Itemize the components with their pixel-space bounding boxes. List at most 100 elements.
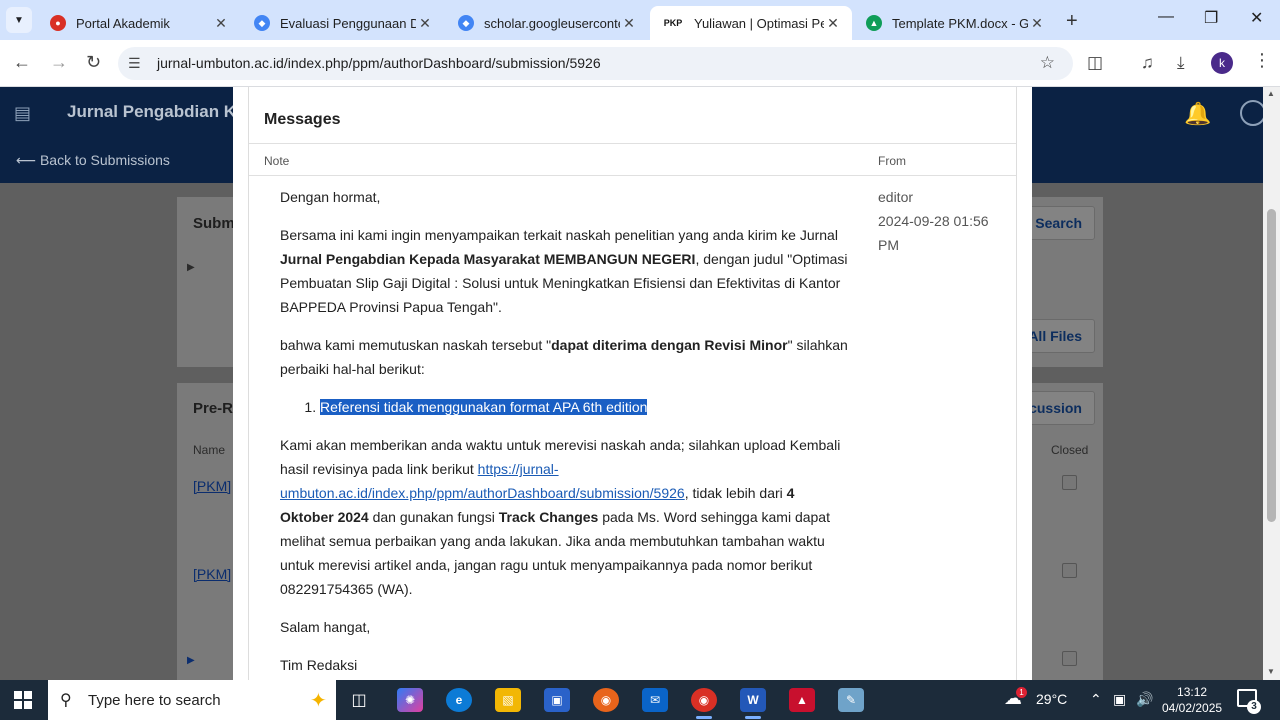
search-button-label: Search xyxy=(1035,215,1082,231)
scholar-icon: ◆ xyxy=(458,15,474,31)
tab-evaluasi[interactable]: ◆ Evaluasi Penggunaan Dar ✕ xyxy=(242,6,444,40)
site-settings-icon[interactable]: ☰ xyxy=(128,55,141,72)
greeting-text: Dengan hormat, xyxy=(280,189,381,205)
message-from: editor 2024-09-28 01:56 PM xyxy=(878,185,998,257)
windows-start-icon[interactable] xyxy=(14,691,32,709)
journal-name: Jurnal Pengabdian Kepada Masyarakat MEMB… xyxy=(280,251,696,267)
tab-yuliawan-active[interactable]: PKP Yuliawan | Optimasi Pem ✕ xyxy=(650,6,852,40)
tab-portal-akademik[interactable]: ● Portal Akademik ✕ xyxy=(38,6,240,40)
forward-arrow-icon[interactable]: → xyxy=(50,52,68,73)
from-name: editor xyxy=(878,189,914,205)
close-tab-icon[interactable]: ✕ xyxy=(416,15,434,32)
modal-content: Messages Note From Dengan hormat, Bersam… xyxy=(248,87,1017,680)
close-tab-icon[interactable]: ✕ xyxy=(212,15,230,32)
weather-alert-badge: 1 xyxy=(1016,687,1027,698)
url-text[interactable]: jurnal-umbuton.ac.id/index.php/ppm/autho… xyxy=(157,55,601,71)
discussion-link[interactable]: [PKM] xyxy=(193,478,231,494)
notepad-icon[interactable]: ✎ xyxy=(838,688,864,712)
url-field[interactable]: ☰ jurnal-umbuton.ac.id/index.php/ppm/aut… xyxy=(118,47,1073,80)
signature-text: Tim Redaksi xyxy=(280,657,358,673)
search-placeholder: Type here to search xyxy=(88,692,221,709)
scholar-icon: ◆ xyxy=(254,15,270,31)
show-hidden-icons-icon[interactable]: ⌃ xyxy=(1090,691,1102,708)
closed-checkbox[interactable] xyxy=(1062,475,1077,490)
task-view-icon[interactable]: ◫ xyxy=(346,688,372,712)
extensions-icon[interactable]: ◫ xyxy=(1087,53,1103,73)
bell-icon[interactable]: 🔔 xyxy=(1184,101,1211,127)
tab-scholar[interactable]: ◆ scholar.googleuserconte ✕ xyxy=(446,6,648,40)
tab-title: Portal Akademik xyxy=(76,15,170,31)
close-tab-icon[interactable]: ✕ xyxy=(824,15,842,32)
instruction-text: Kami akan memberikan anda waktu untuk me… xyxy=(280,437,841,477)
volume-icon[interactable]: 🔊 xyxy=(1136,691,1153,708)
scroll-up-icon[interactable]: ▲ xyxy=(1267,89,1275,98)
tab-search-button[interactable]: ▼ xyxy=(6,7,32,33)
closed-checkbox[interactable] xyxy=(1062,651,1077,666)
taskbar-search-box[interactable]: ⚲ Type here to search ✦ xyxy=(48,680,336,720)
card-title: Subm xyxy=(193,215,235,232)
decision-text: bahwa kami memutuskan naskah tersebut " xyxy=(280,337,552,353)
closed-checkbox[interactable] xyxy=(1062,563,1077,578)
bookmark-star-icon[interactable]: ☆ xyxy=(1040,53,1055,73)
close-window-icon[interactable]: ✕ xyxy=(1250,8,1263,28)
mail-icon[interactable]: ✉ xyxy=(642,688,668,712)
messages-table-header: Note From xyxy=(249,143,1016,176)
scroll-down-icon[interactable]: ▼ xyxy=(1267,667,1275,676)
page-scrollbar[interactable]: ▲ ▼ xyxy=(1263,87,1280,680)
copilot-icon[interactable]: ✺ xyxy=(397,688,423,712)
minimize-icon[interactable]: — xyxy=(1158,8,1174,26)
firefox-icon[interactable]: ◉ xyxy=(593,688,619,712)
discussion-link[interactable]: [PKM] xyxy=(193,566,231,582)
close-tab-icon[interactable]: ✕ xyxy=(620,15,638,32)
pkp-icon: PKP xyxy=(662,15,684,31)
tab-title: Evaluasi Penggunaan Dar xyxy=(280,15,416,31)
media-control-icon[interactable]: ♫ xyxy=(1141,53,1154,73)
selected-text[interactable]: Referensi tidak menggunakan format APA 6… xyxy=(320,399,648,415)
reload-icon[interactable]: ↻ xyxy=(86,52,101,73)
scrollbar-thumb[interactable] xyxy=(1267,209,1276,522)
from-date: 2024-09-28 01:56 PM xyxy=(878,213,989,253)
tab-bar: ▼ ● Portal Akademik ✕ ◆ Evaluasi Penggun… xyxy=(0,0,1280,40)
tab-title: scholar.googleuserconte xyxy=(484,15,620,31)
temperature[interactable]: 29°C xyxy=(1036,691,1067,707)
expand-icon[interactable]: ▶ xyxy=(187,262,195,273)
column-from: From xyxy=(878,154,906,168)
profile-avatar[interactable]: k xyxy=(1211,52,1233,74)
back-arrow-icon[interactable]: ← xyxy=(13,52,31,73)
all-files-label: All Files xyxy=(1028,328,1082,344)
mendeley-icon[interactable]: ▲ xyxy=(789,688,815,712)
back-to-submissions-link[interactable]: ⟵ Back to Submissions xyxy=(16,152,170,169)
chrome-icon[interactable]: ◉ xyxy=(691,688,717,719)
tab-template-pkm[interactable]: ▲ Template PKM.docx - Go ✕ xyxy=(854,6,1056,40)
clock-date: 04/02/2025 xyxy=(1162,701,1223,715)
search-highlight-icon: ✦ xyxy=(310,690,327,712)
expand-icon[interactable]: ▶ xyxy=(187,655,195,666)
network-icon[interactable]: ▣ xyxy=(1113,691,1126,708)
list-item: Referensi tidak menggunakan format APA 6… xyxy=(320,395,850,419)
portal-icon: ● xyxy=(50,15,66,31)
store-icon[interactable]: ▣ xyxy=(544,688,570,712)
track-changes-label: Track Changes xyxy=(498,509,599,525)
word-icon[interactable]: W xyxy=(740,688,766,719)
restore-icon[interactable]: ❐ xyxy=(1204,8,1218,28)
close-tab-icon[interactable]: ✕ xyxy=(1028,15,1046,32)
clock-time: 13:12 xyxy=(1177,685,1208,699)
journal-title[interactable]: Jurnal Pengabdian Ke xyxy=(67,102,246,122)
drive-icon: ▲ xyxy=(866,15,882,31)
column-note: Note xyxy=(264,154,290,168)
clock[interactable]: 13:12 04/02/2025 xyxy=(1162,684,1222,716)
column-closed: Closed xyxy=(1051,443,1089,457)
paragraph-instructions: Kami akan memberikan anda waktu untuk me… xyxy=(280,433,850,601)
file-explorer-icon[interactable]: ▧ xyxy=(495,688,521,712)
search-icon: ⚲ xyxy=(60,692,72,709)
paragraph-decision: bahwa kami memutuskan naskah tersebut "d… xyxy=(280,333,850,381)
messages-modal: Messages Note From Dengan hormat, Bersam… xyxy=(233,87,1032,680)
edge-icon[interactable]: e xyxy=(446,688,472,712)
address-bar-row: ← → ↻ ☰ jurnal-umbuton.ac.id/index.php/p… xyxy=(0,40,1280,87)
browser-menu-icon[interactable]: ⋮ xyxy=(1253,50,1271,71)
download-icon[interactable]: ⤓ xyxy=(1177,53,1185,73)
intro-text: Bersama ini kami ingin menyampaikan terk… xyxy=(280,227,838,243)
sitemap-icon[interactable]: ▤ xyxy=(14,103,31,124)
new-tab-icon[interactable]: + xyxy=(1066,10,1078,33)
tab-title: Yuliawan | Optimasi Pem xyxy=(694,15,824,31)
